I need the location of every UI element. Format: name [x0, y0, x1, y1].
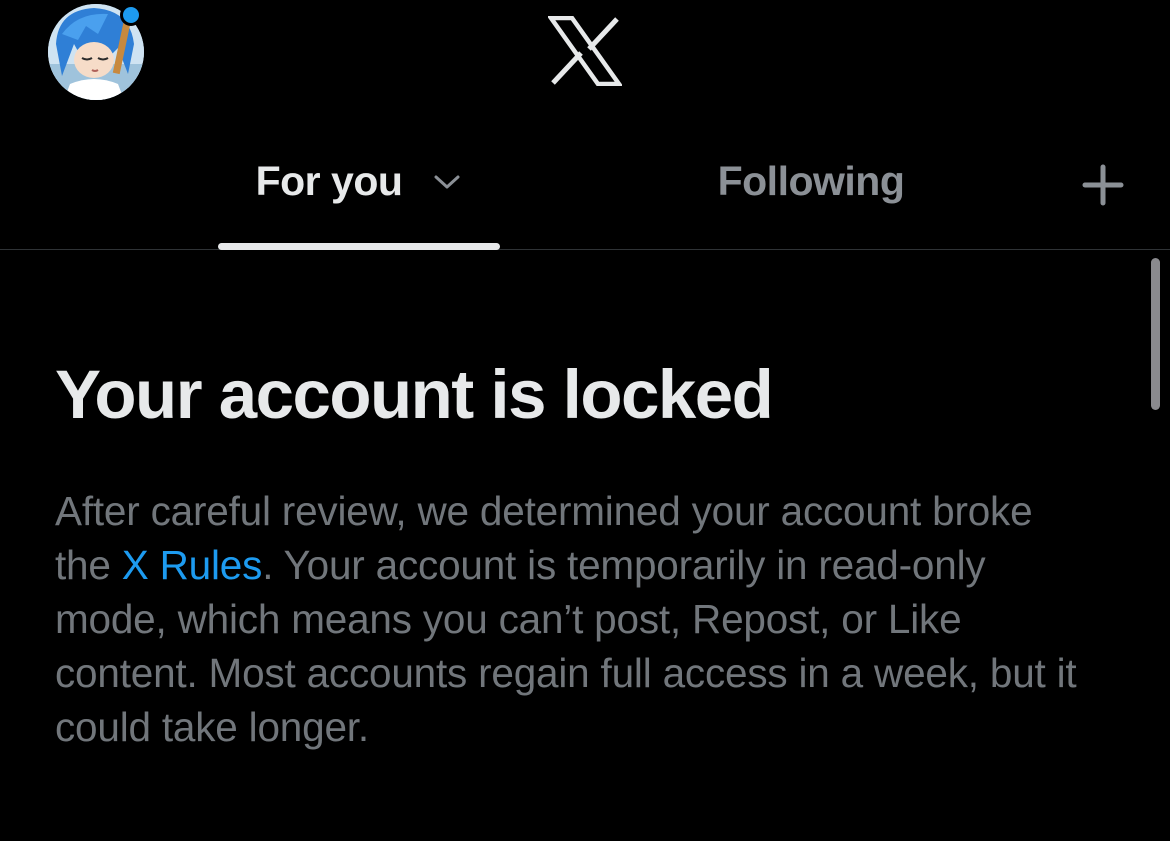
tab-following-label: Following	[717, 158, 905, 204]
plus-icon[interactable]	[1078, 160, 1128, 210]
notification-dot	[120, 4, 142, 26]
x-logo-icon[interactable]	[548, 16, 622, 86]
chevron-down-icon[interactable]	[432, 172, 462, 192]
tab-for-you-label: For you	[255, 158, 403, 204]
notice-body: After careful review, we determined your…	[55, 484, 1095, 754]
x-rules-link[interactable]: X Rules	[122, 542, 263, 588]
timeline-tabs: For you Following	[0, 130, 1170, 250]
tab-following[interactable]: Following	[680, 130, 942, 249]
tab-for-you[interactable]: For you	[218, 130, 500, 249]
top-bar	[0, 0, 1170, 130]
account-locked-notice: Your account is locked After careful rev…	[55, 350, 1095, 754]
notice-title: Your account is locked	[55, 356, 774, 433]
active-tab-indicator	[218, 243, 500, 250]
scrollbar-thumb[interactable]	[1151, 258, 1160, 410]
